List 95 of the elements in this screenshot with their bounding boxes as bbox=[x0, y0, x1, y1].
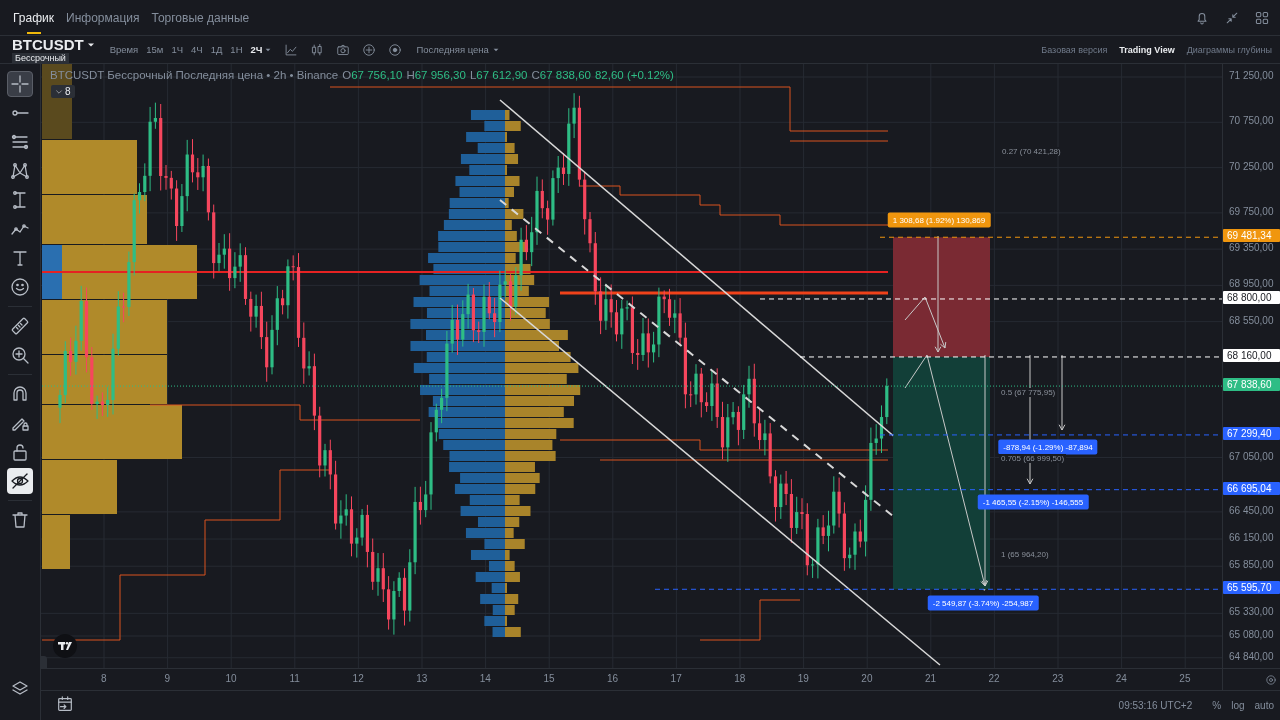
time-tick: 20 bbox=[860, 672, 874, 686]
symbol-selector[interactable]: BTCUSDT bbox=[12, 36, 96, 53]
price-badge: 66 695,04 bbox=[1223, 481, 1280, 495]
price-change: 82,60 (+0.12%) bbox=[594, 69, 674, 81]
contract-label: Бессрочный bbox=[12, 52, 69, 63]
eye-off-icon bbox=[10, 471, 30, 491]
time-tick: 24 bbox=[1114, 672, 1128, 686]
price-tick: 65 330,00 bbox=[1229, 606, 1274, 618]
time-tick: 9 bbox=[163, 672, 172, 686]
tab[interactable]: Информация bbox=[66, 0, 140, 35]
smiley-icon bbox=[10, 277, 30, 297]
time-tick: 14 bbox=[478, 672, 492, 686]
fib-level-label: 0.5 (67 775,95) bbox=[999, 388, 1058, 397]
measure-label: -2 549,87 (-3.74%) -254,987 bbox=[927, 595, 1039, 611]
interval-button[interactable]: 1Ч bbox=[171, 44, 183, 55]
ohlc-value: L67 612,90 bbox=[469, 69, 528, 81]
view-tab[interactable]: Trading View bbox=[1119, 44, 1175, 55]
time-tick: 22 bbox=[987, 672, 1001, 686]
add-icon bbox=[362, 42, 377, 57]
interval-button[interactable]: 1Н bbox=[230, 44, 243, 55]
ohlc-value: O67 756,10 bbox=[342, 69, 403, 81]
settings-icon bbox=[1265, 673, 1277, 686]
price-tick: 70 250,00 bbox=[1229, 160, 1274, 172]
price-tick: 70 750,00 bbox=[1229, 115, 1274, 127]
fib-level-label: 0.705 (66 999,50) bbox=[999, 454, 1067, 463]
price-badge: 69 481,34 bbox=[1223, 229, 1280, 243]
time-tick: 19 bbox=[796, 672, 810, 686]
price-tick: 65 080,00 bbox=[1229, 629, 1274, 640]
price-tick: 64 840,00 bbox=[1229, 650, 1274, 662]
lock-open-icon bbox=[10, 442, 30, 462]
price-badge: 67 299,40 bbox=[1223, 426, 1280, 440]
price-tick: 66 450,00 bbox=[1229, 504, 1274, 516]
tab[interactable]: Торговые данные bbox=[151, 0, 250, 35]
crosshair-icon bbox=[10, 74, 30, 94]
tool-button[interactable] bbox=[7, 468, 33, 494]
indicators-toggle[interactable]: 8 bbox=[51, 85, 75, 98]
interval-button[interactable]: 4Ч bbox=[191, 44, 203, 55]
logo-icon bbox=[53, 634, 77, 658]
measure-label: -1 465,55 (-2.15%) -146,555 bbox=[977, 494, 1089, 510]
price-badge: 65 595,70 bbox=[1223, 581, 1280, 595]
measure-label: 1 308,68 (1.92%) 130,869 bbox=[887, 212, 991, 228]
time-tick: 11 bbox=[288, 672, 301, 686]
zoom-in-icon bbox=[10, 345, 30, 365]
price-tick: 69 750,00 bbox=[1229, 205, 1274, 217]
time-label: Время bbox=[109, 44, 139, 55]
line-chart-icon bbox=[284, 42, 299, 57]
time-tick: 13 bbox=[415, 672, 429, 686]
clock-label: 09:53:16 UTC+2 bbox=[1118, 700, 1193, 711]
time-tick: 8 bbox=[100, 672, 108, 686]
fib-level-label: 1 (65 964,20) bbox=[999, 550, 1051, 559]
time-tick: 15 bbox=[542, 672, 556, 686]
candles-icon bbox=[310, 42, 325, 57]
scale-option[interactable]: % bbox=[1212, 700, 1222, 711]
price-source-dropdown[interactable]: Последняя цена bbox=[416, 44, 500, 55]
interval-button[interactable]: 15м bbox=[146, 44, 164, 55]
time-tick: 12 bbox=[351, 672, 365, 686]
view-tab[interactable]: Базовая версия bbox=[1041, 44, 1108, 55]
time-tick: 17 bbox=[669, 672, 683, 686]
price-tick: 68 550,00 bbox=[1229, 314, 1274, 326]
calendar-arrow-icon bbox=[56, 695, 74, 713]
price-tick: 65 850,00 bbox=[1229, 559, 1274, 571]
time-tick: 21 bbox=[923, 672, 938, 686]
time-tick: 10 bbox=[224, 672, 238, 686]
price-badge: 67 838,60 bbox=[1223, 378, 1280, 392]
ohlc-value: C67 838,60 bbox=[531, 69, 591, 81]
time-tick: 23 bbox=[1051, 672, 1065, 686]
tab[interactable]: График bbox=[13, 0, 54, 35]
time-tick: 25 bbox=[1178, 672, 1192, 686]
pattern-icon bbox=[10, 161, 30, 181]
price-tick: 66 150,00 bbox=[1229, 532, 1274, 544]
grid-icon bbox=[1254, 9, 1270, 26]
magnet-icon bbox=[10, 384, 30, 404]
price-badge: 68 160,00 bbox=[1223, 348, 1280, 362]
fib-level-label: 0.27 (70 421,28) bbox=[1000, 147, 1063, 156]
price-badge: 68 800,00 bbox=[1223, 290, 1280, 304]
price-tick: 68 950,00 bbox=[1229, 278, 1274, 290]
trash-icon bbox=[10, 510, 30, 530]
fib-levels-icon bbox=[10, 132, 30, 152]
time-tick: 16 bbox=[606, 672, 620, 686]
scale-option[interactable]: log bbox=[1231, 700, 1245, 711]
camera-icon bbox=[336, 42, 351, 57]
chart-legend-title: BTCUSDT Бессрочный Последняя цена • 2h • Binance bbox=[50, 69, 339, 81]
price-tick: 67 050,00 bbox=[1229, 450, 1274, 462]
ruler-icon bbox=[10, 316, 30, 336]
price-tick: 71 250,00 bbox=[1229, 70, 1274, 81]
interval-button[interactable]: 2Ч bbox=[250, 44, 273, 55]
measure-label: -878,94 (-1.29%) -87,894 bbox=[998, 439, 1098, 455]
scale-option[interactable]: auto bbox=[1254, 700, 1274, 711]
target-icon bbox=[388, 42, 403, 57]
ohlc-value: H67 956,30 bbox=[406, 69, 466, 81]
interval-button[interactable]: 1Д bbox=[210, 44, 223, 55]
price-tick: 69 350,00 bbox=[1229, 242, 1274, 254]
view-tab[interactable]: Диаграммы глубины bbox=[1186, 44, 1272, 55]
time-tick: 18 bbox=[733, 672, 747, 686]
chevron-icon bbox=[55, 87, 63, 96]
